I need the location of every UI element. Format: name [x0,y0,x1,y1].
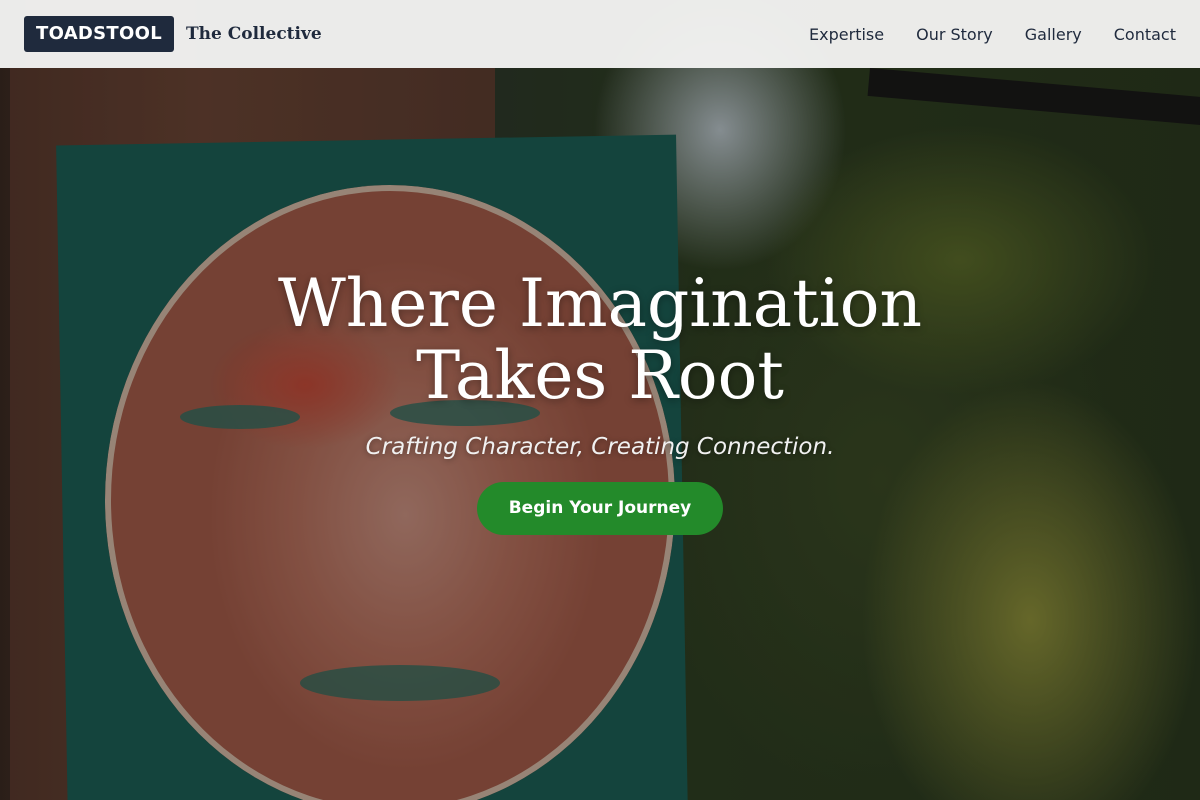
brand-name: The Collective [185,24,322,44]
main-nav: Expertise Our Story Gallery Contact [809,25,1176,44]
logo[interactable]: TOADSTOOL [24,16,174,52]
nav-link-expertise[interactable]: Expertise [809,25,884,44]
hero-subtitle: Crafting Character, Creating Connection. [365,434,835,460]
hero-title: Where Imagination Takes Root [277,265,923,414]
begin-journey-button[interactable]: Begin Your Journey [476,482,724,535]
hero-content: Where Imagination Takes Root Crafting Ch… [0,268,1200,535]
nav-link-contact[interactable]: Contact [1114,25,1176,44]
hero-section: Where Imagination Takes Root Crafting Ch… [0,0,1200,800]
brand[interactable]: TOADSTOOL The Collective [24,16,322,52]
nav-link-our-story[interactable]: Our Story [916,25,993,44]
nav-link-gallery[interactable]: Gallery [1025,25,1082,44]
site-header: TOADSTOOL The Collective Expertise Our S… [0,0,1200,68]
